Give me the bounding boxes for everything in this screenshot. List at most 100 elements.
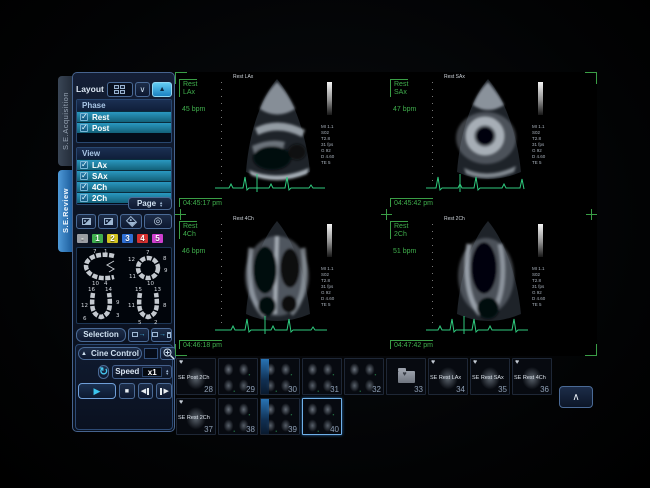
lax-segment-diagram: 71 104 — [78, 248, 124, 286]
thumbnail-35[interactable]: ♥ SE Rest SAx 35 — [470, 358, 510, 395]
image-display-area: Rest LAx RestLAx 45 bpm MI 1.1S02T2. — [175, 72, 597, 356]
score-button-3[interactable]: 3 — [121, 233, 134, 244]
thumbnail-label: SE Rest 4Ch — [514, 375, 546, 381]
score-button-1[interactable]: 1 — [91, 233, 104, 244]
thumbnail-number: 34 — [456, 385, 465, 394]
quadrant-rest-4ch[interactable]: Rest 4Ch Rest4Ch 46 bpm — [175, 214, 386, 356]
heart-rate: 51 bpm — [393, 248, 416, 255]
spinner-icon[interactable]: ▲▼ — [159, 201, 163, 207]
page-row: Page ▲▼ — [76, 197, 172, 211]
checkbox-checked-icon[interactable] — [80, 183, 88, 191]
score-button-2[interactable]: 2 — [106, 233, 119, 244]
thumbnail-40-selected[interactable]: 40 — [302, 398, 342, 435]
step-forward-button[interactable]: ▶ — [156, 383, 172, 399]
svg-text:9: 9 — [116, 300, 120, 306]
acquisition-readout: MI 1.1S02T2.8 31 fpsG 92D 4.60TE 5 — [532, 124, 558, 166]
checkbox-checked-icon[interactable] — [80, 124, 88, 132]
thumbnail-30[interactable]: 30 — [260, 358, 300, 395]
svg-text:16: 16 — [88, 287, 95, 293]
svg-text:5: 5 — [138, 320, 142, 324]
thumbnail-number: 29 — [246, 385, 255, 394]
phase-item-rest[interactable]: Rest — [77, 111, 171, 122]
thumbnail-37[interactable]: ♥ SE Rest 2Ch 37 — [176, 398, 216, 435]
sax-segment-diagram: 78 910 1112 — [125, 248, 171, 286]
page-button-label: Page — [137, 199, 156, 208]
select-tool-button[interactable] — [120, 214, 142, 229]
phase-view-annotation: RestLAx — [179, 79, 197, 97]
phase-view-annotation: RestSAx — [390, 79, 408, 97]
thumbnail-number: 31 — [330, 385, 339, 394]
svg-text:7: 7 — [93, 249, 97, 255]
svg-text:8: 8 — [163, 256, 167, 262]
speed-label: Speed — [115, 367, 139, 376]
svg-text:15: 15 — [135, 287, 142, 293]
thumbnail-number: 33 — [414, 385, 423, 394]
thumbnail-36[interactable]: ♥ SE Rest 4Ch 36 — [512, 358, 552, 395]
thumbnail-number: 30 — [288, 385, 297, 394]
thumbnail-38[interactable]: 38 — [218, 398, 258, 435]
acquisition-timestamp: 04:46:18 pm — [179, 340, 222, 349]
send-delete-image-button[interactable]: → — [151, 328, 172, 342]
acquisition-timestamp: 04:45:42 pm — [390, 198, 433, 207]
speed-value[interactable]: x1 — [142, 367, 162, 377]
checkbox-checked-icon[interactable] — [80, 113, 88, 121]
target-button[interactable]: ◎ — [144, 214, 172, 229]
segment-diagrams[interactable]: 71 104 78 910 1112 1614 129 36 15 — [76, 247, 172, 324]
heart-rate: 45 bpm — [182, 106, 205, 113]
cine-control-collapse-button[interactable]: ▲ Cine Control — [78, 347, 142, 360]
hand-select-icon — [125, 216, 136, 227]
score-button-5[interactable]: 5 — [151, 233, 164, 244]
layout-apply-button[interactable]: ▲ — [152, 82, 172, 97]
thumbnail-33-folder[interactable]: 33 — [386, 358, 426, 395]
thumbnail-28[interactable]: ♥ SE Post 2Ch 28 — [176, 358, 216, 395]
selection-button-label: Selection — [83, 330, 119, 339]
checkbox-checked-icon[interactable] — [80, 161, 88, 169]
heart-rate: 47 bpm — [393, 106, 416, 113]
cine-bar: ▲ Cine Control — [78, 347, 176, 360]
speed-spinner-icon[interactable]: ▲▼ — [165, 369, 169, 375]
svg-text:6: 6 — [83, 316, 87, 322]
thumbnail-32[interactable]: 32 — [344, 358, 384, 395]
stop-button[interactable]: ■ — [119, 383, 135, 399]
image-icon — [104, 218, 113, 225]
image-icon — [82, 218, 91, 225]
tab-se-review-label: S.E.Review — [61, 188, 70, 233]
thumbnail-29[interactable]: 29 — [218, 358, 258, 395]
quadrant-rest-sax[interactable]: Rest SAx RestSAx 47 bpm MI 1.1S02T2.8 3 — [386, 72, 597, 214]
tab-se-review[interactable]: S.E.Review — [58, 170, 72, 252]
layout-grid-button[interactable] — [107, 82, 133, 97]
thumbnail-31[interactable]: 31 — [302, 358, 342, 395]
tab-se-acquisition[interactable]: S.E.Acquisition — [58, 76, 72, 166]
arrow-right-icon: → — [139, 331, 146, 338]
thumbnail-39[interactable]: 39 — [260, 398, 300, 435]
loop-playback-button[interactable]: ↻ — [98, 365, 109, 379]
step-back-button[interactable]: ◀ — [138, 383, 154, 399]
speed-row: ↻ Speed x1 ▲▼ — [78, 364, 172, 379]
thumbnail-label: SE Rest LAx — [430, 375, 461, 381]
selection-button[interactable]: Selection — [76, 328, 126, 342]
cine-display-slot — [144, 348, 158, 359]
panel-body: Layout ∨ ▲ Phase Rest Post View — [72, 72, 175, 432]
thumbnail-strip-collapse-button[interactable]: ∧ — [559, 386, 593, 408]
score-button-4[interactable]: 4 — [136, 233, 149, 244]
checkbox-checked-icon[interactable] — [80, 172, 88, 180]
view-item-lax[interactable]: LAx — [77, 159, 171, 170]
layout-dropdown-button[interactable]: ∨ — [135, 82, 151, 97]
score-button-none[interactable]: - — [76, 233, 89, 244]
send-image-button[interactable]: → — [128, 328, 149, 342]
view-item-4ch[interactable]: 4Ch — [77, 181, 171, 192]
compare-image-button[interactable] — [76, 214, 96, 229]
layout-label: Layout — [76, 84, 104, 94]
phase-view-annotation: Rest4Ch — [179, 221, 197, 239]
acquisition-timestamp: 04:47:42 pm — [390, 340, 433, 349]
zoom-in-button[interactable] — [160, 347, 176, 360]
view-item-sax[interactable]: SAx — [77, 170, 171, 181]
play-button[interactable]: ▶ — [78, 383, 116, 399]
phase-item-post[interactable]: Post — [77, 122, 171, 133]
page-button[interactable]: Page ▲▼ — [128, 197, 172, 210]
quadrant-rest-2ch[interactable]: Rest 2Ch Rest2Ch 51 bpm MI 1.1S02T2.8 3 — [386, 214, 597, 356]
thumbnail-34[interactable]: ♥ SE Rest LAx 34 — [428, 358, 468, 395]
reference-image-button[interactable] — [98, 214, 118, 229]
magnifier-plus-icon — [162, 347, 175, 360]
quadrant-rest-lax[interactable]: Rest LAx RestLAx 45 bpm MI 1.1S02T2. — [175, 72, 386, 214]
